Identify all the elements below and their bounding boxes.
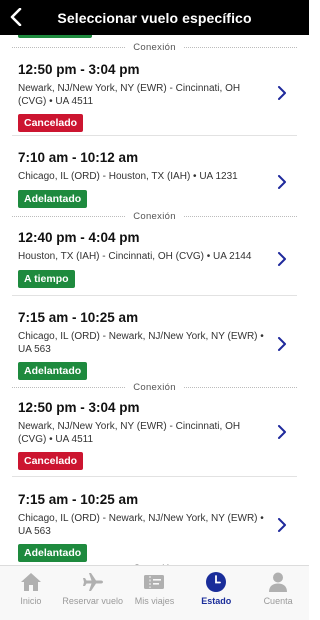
flight-row[interactable]: 12:40 pm - 4:04 pm Houston, TX (IAH) - C… [0, 224, 309, 294]
flight-time: 7:15 am - 10:25 am [18, 492, 139, 507]
flight-row[interactable]: 12:50 pm - 3:04 pm Newark, NJ/New York, … [0, 59, 309, 132]
tab-label: Mis viajes [134, 596, 175, 606]
chevron-right-icon[interactable] [277, 425, 287, 439]
flight-time: 7:10 am - 10:12 am [18, 150, 139, 165]
flight-route: Chicago, IL (ORD) - Newark, NJ/New York,… [18, 331, 264, 355]
chevron-right-icon[interactable] [277, 518, 287, 532]
page-title: Seleccionar vuelo específico [57, 9, 252, 26]
flight-route: Newark, NJ/New York, NY (EWR) - Cincinna… [18, 83, 241, 107]
bottom-tab-bar: Inicio Reservar vuelo Mis viajes Estado … [0, 565, 309, 620]
connection-separator: Conexión [0, 35, 309, 59]
status-badge: Cancelado [18, 452, 84, 470]
chevron-right-icon[interactable] [277, 175, 287, 189]
flight-time: 12:50 pm - 3:04 pm [18, 400, 140, 415]
connection-separator: Conexión [0, 380, 309, 394]
chevron-right-icon[interactable] [277, 252, 287, 266]
airplane-icon [82, 571, 104, 593]
tab-inicio[interactable]: Inicio [0, 566, 62, 620]
tab-label: Inicio [20, 596, 42, 606]
flight-time: 12:50 pm - 3:04 pm [18, 62, 140, 77]
flight-route: Chicago, IL (ORD) - Newark, NJ/New York,… [18, 513, 264, 537]
tab-cuenta[interactable]: Cuenta [247, 566, 309, 620]
ticket-icon [143, 571, 165, 593]
connection-separator: Conexión [0, 208, 309, 224]
flight-route: Houston, TX (IAH) - Cincinnati, OH (CVG)… [18, 251, 252, 262]
tab-label: Reservar vuelo [62, 596, 123, 606]
tab-label: Estado [201, 596, 232, 606]
status-badge [18, 35, 92, 38]
flight-route: Newark, NJ/New York, NY (EWR) - Cincinna… [18, 421, 241, 445]
flight-row[interactable]: 7:15 am - 10:25 am Chicago, IL (ORD) - N… [0, 477, 309, 562]
chevron-left-icon [10, 8, 22, 26]
status-badge: Adelantado [18, 362, 88, 380]
flight-list[interactable]: Conexión 12:50 pm - 3:04 pm Newark, NJ/N… [0, 35, 309, 565]
clock-icon [205, 571, 227, 593]
flight-time: 7:15 am - 10:25 am [18, 310, 139, 325]
person-icon [267, 571, 289, 593]
flight-row[interactable]: 7:10 am - 10:12 am Chicago, IL (ORD) - H… [0, 136, 309, 208]
top-bar: Seleccionar vuelo específico [0, 0, 309, 35]
flight-row[interactable]: 12:50 pm - 3:04 pm Newark, NJ/New York, … [0, 394, 309, 476]
tab-reservar-vuelo[interactable]: Reservar vuelo [62, 566, 124, 620]
tab-mis-viajes[interactable]: Mis viajes [124, 566, 186, 620]
status-badge: Adelantado [18, 544, 88, 562]
chevron-right-icon[interactable] [277, 86, 287, 100]
tab-estado[interactable]: Estado [185, 566, 247, 620]
flight-time: 12:40 pm - 4:04 pm [18, 230, 140, 245]
flight-route: Chicago, IL (ORD) - Houston, TX (IAH) • … [18, 171, 238, 182]
home-icon [20, 571, 42, 593]
status-badge: Cancelado [18, 114, 84, 132]
status-badge: A tiempo [18, 269, 75, 288]
flight-row[interactable]: 7:15 am - 10:25 am Chicago, IL (ORD) - N… [0, 296, 309, 380]
chevron-right-icon[interactable] [277, 337, 287, 351]
tab-label: Cuenta [263, 596, 293, 606]
back-button[interactable] [6, 7, 26, 27]
status-badge: Adelantado [18, 189, 88, 208]
